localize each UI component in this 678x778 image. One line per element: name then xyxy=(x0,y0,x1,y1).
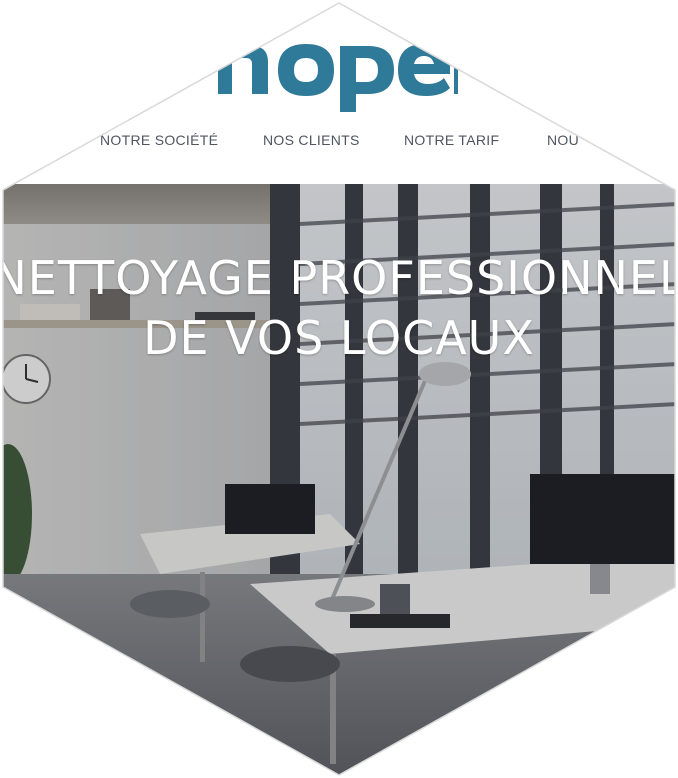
nopen-logo[interactable] xyxy=(218,28,458,114)
nav-notre-societe[interactable]: NOTRE SOCIÉTÉ xyxy=(100,132,218,148)
main-navigation: NOTRE SOCIÉTÉ NOS CLIENTS NOTRE TARIF NO… xyxy=(3,132,674,152)
nav-nous[interactable]: NOU xyxy=(547,132,579,148)
nav-nos-clients[interactable]: NOS CLIENTS xyxy=(263,132,360,148)
hero-headline-line-2: DE VOS LOCAUX xyxy=(143,311,535,365)
nav-notre-tarif[interactable]: NOTRE TARIF xyxy=(404,132,499,148)
hexagon-frame: NOTRE SOCIÉTÉ NOS CLIENTS NOTRE TARIF NO… xyxy=(0,3,678,775)
hero-headline-line-1: NETTOYAGE PROFESSIONNEL xyxy=(0,251,678,305)
